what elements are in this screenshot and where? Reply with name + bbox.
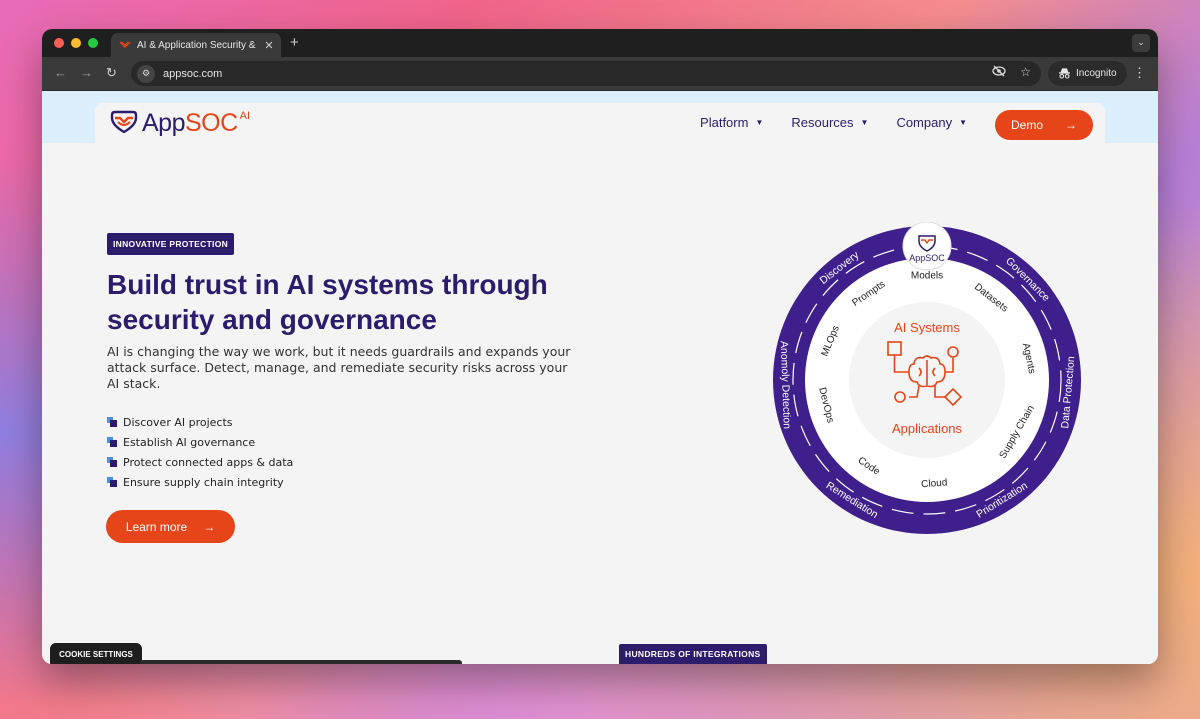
arrow-right-icon: → (1065, 118, 1077, 132)
nav-item-label: Resources (791, 115, 854, 130)
forward-arrow-icon[interactable]: → (80, 65, 93, 80)
feature-text: Ensure supply chain integrity (123, 475, 284, 489)
nav-item-label: Platform (700, 115, 749, 130)
demo-button[interactable]: Demo → (995, 110, 1093, 140)
inner-label-models: Models (911, 271, 943, 282)
nav-item-platform[interactable]: Platform ▼ (700, 115, 763, 130)
close-window-button[interactable] (54, 38, 64, 48)
learn-more-button[interactable]: Learn more → (106, 510, 235, 543)
incognito-label: Incognito (1076, 68, 1117, 79)
tab-title: AI & Application Security & G (137, 39, 257, 51)
window-controls (54, 38, 98, 48)
feature-text: Discover AI projects (123, 415, 233, 429)
center-label-ai-systems: AI Systems (894, 320, 960, 335)
caret-down-icon: ▼ (755, 118, 764, 127)
browser-window: AI & Application Security & G ✕ + ⌄ ← → … (42, 29, 1158, 664)
incognito-indicator[interactable]: Incognito (1048, 61, 1127, 86)
feature-bullet-icon (107, 437, 117, 447)
maximize-window-button[interactable] (88, 38, 98, 48)
reload-icon[interactable]: ↻ (106, 65, 117, 81)
logo-ai-superscript: AI (239, 110, 251, 122)
cookie-settings-button[interactable]: COOKIE SETTINGS (50, 643, 142, 664)
feature-text: Establish AI governance (123, 435, 256, 449)
nav-item-label: Company (896, 115, 953, 130)
browser-tab[interactable]: AI & Application Security & G ✕ (111, 33, 281, 57)
tab-strip: AI & Application Security & G ✕ + ⌄ (42, 29, 1158, 57)
minimize-window-button[interactable] (71, 38, 81, 48)
hero-headline: Build trust in AI systems through securi… (107, 269, 548, 335)
logo-app: App (142, 109, 185, 137)
feature-bullet-icon (107, 457, 117, 467)
center-label-applications: Applications (892, 421, 963, 436)
incognito-icon (1059, 68, 1070, 79)
ai-security-wheel-diagram: GovernanceData ProtectionPrioritizationR… (773, 222, 1081, 534)
new-tab-button[interactable]: + (290, 34, 299, 51)
nav-item-resources[interactable]: Resources ▼ (791, 115, 868, 130)
feature-list: Discover AI projects Establish AI govern… (107, 412, 293, 492)
feature-text: Protect connected apps & data (123, 455, 294, 469)
feature-item: Protect connected apps & data (107, 452, 293, 472)
feature-item: Establish AI governance (107, 432, 293, 452)
inner-label-cloud: Cloud (921, 477, 948, 490)
url-text: appsoc.com (163, 67, 223, 80)
feature-bullet-icon (107, 477, 117, 487)
appsoc-logo[interactable]: AppSOC AI (109, 109, 250, 138)
demo-button-label: Demo (1010, 118, 1043, 132)
appsoc-favicon-icon (119, 41, 131, 49)
back-arrow-icon[interactable]: ← (54, 65, 67, 80)
omnibox-actions: ☆ (992, 65, 1031, 79)
feature-bullet-icon (107, 417, 117, 427)
learn-more-label: Learn more (125, 519, 188, 534)
next-section-preview (140, 660, 462, 664)
nav-item-company[interactable]: Company ▼ (896, 115, 967, 130)
site-navbar: AppSOC AI Platform ▼ Resources ▼ Company… (95, 103, 1105, 143)
arrow-right-icon: → (203, 519, 216, 534)
bookmark-star-icon[interactable]: ☆ (1020, 65, 1031, 79)
eye-off-icon[interactable] (992, 65, 1006, 77)
chevron-down-icon: ⌄ (1137, 38, 1145, 48)
feature-item: Discover AI projects (107, 412, 293, 432)
feature-item: Ensure supply chain integrity (107, 472, 293, 492)
logo-wordmark: AppSOC (142, 109, 238, 138)
address-bar[interactable]: ⚙ appsoc.com ☆ (131, 61, 1041, 86)
integrations-badge: HUNDREDS OF INTEGRATIONS (619, 644, 767, 664)
more-vertical-icon[interactable]: ⋮ (1133, 65, 1146, 81)
browser-toolbar: ← → ↻ ⚙ appsoc.com ☆ Incognito ⋮ (42, 57, 1158, 91)
main-menu: Platform ▼ Resources ▼ Company ▼ (700, 115, 967, 130)
site-info-icon[interactable]: ⚙ (137, 64, 155, 83)
hero-description: AI is changing the way we work, but it n… (107, 344, 571, 391)
tab-close-icon[interactable]: ✕ (263, 39, 275, 52)
caret-down-icon: ▼ (959, 118, 967, 127)
innovative-protection-badge: INNOVATIVE PROTECTION (107, 233, 235, 255)
caret-down-icon: ▼ (860, 118, 869, 127)
appsoc-shield-icon (110, 110, 138, 134)
tab-search-button[interactable]: ⌄ (1132, 34, 1150, 52)
appsoc-badge-label: AppSOC (909, 253, 945, 263)
logo-soc: SOC (184, 109, 238, 137)
page-content: AppSOC AI Platform ▼ Resources ▼ Company… (42, 91, 1158, 664)
